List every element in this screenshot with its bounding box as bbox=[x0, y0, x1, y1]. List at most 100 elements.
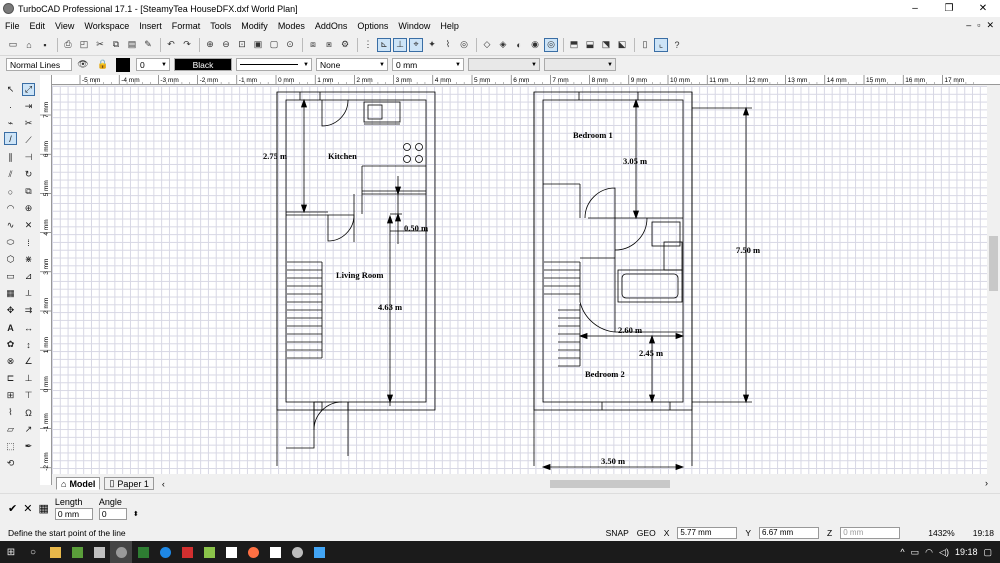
finish-tool-icon[interactable]: ✔ bbox=[8, 502, 17, 515]
excel-icon[interactable] bbox=[132, 541, 154, 563]
datum-dim-icon[interactable]: ⊤ bbox=[22, 389, 35, 402]
print-preview-icon[interactable]: ◰ bbox=[77, 38, 91, 52]
pen-color-select[interactable]: Black bbox=[174, 58, 232, 71]
living-door-swing[interactable] bbox=[327, 214, 355, 242]
vertical-scroll-thumb[interactable] bbox=[989, 236, 998, 291]
view-right-icon[interactable]: ⬕ bbox=[615, 38, 629, 52]
layer-color-swatch[interactable] bbox=[116, 57, 130, 72]
volume-icon[interactable]: ◁) bbox=[939, 547, 949, 558]
explorer-icon[interactable]: ⚙ bbox=[338, 38, 352, 52]
browser-icon[interactable] bbox=[154, 541, 176, 563]
array-tool-icon[interactable]: ⁞ bbox=[22, 236, 35, 249]
copy-tool-icon[interactable]: ⧉ bbox=[22, 185, 35, 198]
living-room-label[interactable]: Living Room bbox=[336, 270, 383, 280]
battery-icon[interactable]: ▭ bbox=[911, 547, 920, 558]
app-icon[interactable] bbox=[286, 541, 308, 563]
copy-icon[interactable]: ⧉ bbox=[109, 38, 123, 52]
snap-magnetic-icon[interactable]: ⌖ bbox=[409, 37, 423, 52]
view-iso-icon[interactable]: ⬔ bbox=[599, 38, 613, 52]
layer-select[interactable]: Normal Lines bbox=[6, 58, 72, 71]
vertical-dim-icon[interactable]: ↕ bbox=[22, 338, 35, 351]
search-icon[interactable]: ○ bbox=[22, 541, 44, 563]
store-icon[interactable] bbox=[66, 541, 88, 563]
firefox-icon[interactable] bbox=[242, 541, 264, 563]
cancel-tool-icon[interactable]: ✕ bbox=[23, 502, 32, 515]
wifi-icon[interactable]: ◠ bbox=[925, 547, 933, 558]
tab-paper-1[interactable]: ▯ Paper 1 bbox=[104, 477, 154, 490]
bedroom2-label[interactable]: Bedroom 2 bbox=[585, 369, 625, 379]
line-end-select[interactable]: None ▼ bbox=[316, 58, 388, 71]
windows-start-icon[interactable]: ⊞ bbox=[0, 541, 22, 563]
insert-block-icon[interactable]: ⇥ bbox=[22, 100, 35, 113]
menu-tools[interactable]: Tools bbox=[205, 21, 236, 31]
angular-dim-icon[interactable]: ∠ bbox=[22, 355, 35, 368]
offset-tool-icon[interactable]: ⇉ bbox=[22, 304, 35, 317]
match-properties-icon[interactable]: ✎ bbox=[141, 38, 155, 52]
doc-restore-button[interactable]: ▫ bbox=[977, 20, 980, 31]
snap-indicator[interactable]: SNAP bbox=[606, 528, 629, 538]
z-coordinate-field[interactable]: 0 mm bbox=[840, 527, 901, 539]
vertical-scrollbar[interactable] bbox=[987, 86, 1000, 474]
extrude-tool-icon[interactable]: ⬚ bbox=[4, 440, 17, 453]
undo-icon[interactable]: ↶ bbox=[164, 38, 178, 52]
angle-input[interactable]: 0 bbox=[98, 508, 127, 520]
open-file-icon[interactable]: ⌂ bbox=[22, 38, 36, 52]
dimension-tool-icon[interactable]: ↔ bbox=[22, 321, 35, 334]
menu-edit[interactable]: Edit bbox=[25, 21, 51, 31]
landing-dimension-text[interactable]: 2.60 m bbox=[618, 325, 642, 335]
total-depth-dimension-text[interactable]: 7.50 m bbox=[736, 245, 760, 255]
living-dimension-text[interactable]: 4.63 m bbox=[378, 302, 402, 312]
close-button[interactable]: ✕ bbox=[966, 0, 1000, 17]
polygon-tool-icon[interactable]: ⬡ bbox=[4, 253, 17, 266]
explode-tool-icon[interactable]: ⋇ bbox=[22, 253, 35, 266]
chamfer-tool-icon[interactable]: ⟋ bbox=[22, 134, 35, 147]
maximize-button[interactable]: ❐ bbox=[932, 0, 966, 17]
snap-settings-icon[interactable]: ⋮ bbox=[361, 38, 375, 52]
stair-tool-icon[interactable]: ⌇ bbox=[4, 406, 17, 419]
app-2-icon[interactable] bbox=[308, 541, 330, 563]
hall-dimension-text[interactable]: 0.50 m bbox=[404, 223, 428, 233]
context-help-icon[interactable]: ? bbox=[670, 38, 684, 52]
kitchen-label[interactable]: Kitchen bbox=[328, 151, 357, 161]
media-icon[interactable] bbox=[176, 541, 198, 563]
menu-addons[interactable]: AddOns bbox=[310, 21, 353, 31]
menu-window[interactable]: Window bbox=[393, 21, 435, 31]
snap-center-icon[interactable]: ◎ bbox=[457, 38, 471, 52]
workplane-icon[interactable]: ◇ bbox=[480, 38, 494, 52]
floor-plan-drawing[interactable]: 2.75 m Kitchen 0.50 m Living Room 4.63 m… bbox=[52, 86, 987, 474]
scale-select[interactable]: ▼ bbox=[544, 58, 616, 71]
bathroom-door-swing[interactable] bbox=[614, 217, 648, 251]
snap-grid-icon[interactable]: ⊥ bbox=[393, 37, 407, 52]
window-tool-icon[interactable]: ⊞ bbox=[4, 389, 17, 402]
text-tool-icon[interactable]: A bbox=[4, 321, 17, 334]
minimize-button[interactable]: – bbox=[898, 0, 932, 17]
menu-modes[interactable]: Modes bbox=[273, 21, 310, 31]
menu-workspace[interactable]: Workspace bbox=[79, 21, 134, 31]
revolve-tool-icon[interactable]: ⟲ bbox=[4, 457, 17, 470]
point-tool-icon[interactable]: · bbox=[4, 100, 17, 113]
menu-help[interactable]: Help bbox=[435, 21, 464, 31]
kitchen-door-swing[interactable] bbox=[321, 99, 349, 127]
file-explorer-icon[interactable] bbox=[44, 541, 66, 563]
symbol-tool-icon[interactable]: ✿ bbox=[4, 338, 17, 351]
lock-icon[interactable]: 🔒 bbox=[96, 58, 110, 72]
camera-icon[interactable]: ◉ bbox=[528, 38, 542, 52]
stretch-tool-icon[interactable]: ⊿ bbox=[22, 270, 35, 283]
ground-floor-inner-wall[interactable] bbox=[285, 99, 427, 403]
move-tool-icon[interactable]: ✥ bbox=[4, 304, 17, 317]
layer-number-select[interactable]: 0 ▼ bbox=[136, 58, 170, 71]
ground-floor-stairs[interactable] bbox=[287, 261, 323, 359]
tray-chevron-icon[interactable]: ^ bbox=[900, 547, 904, 557]
rotate-tool-icon[interactable]: ↻ bbox=[22, 168, 35, 181]
circle-tool-icon[interactable]: ○ bbox=[4, 185, 17, 198]
tab-model[interactable]: ⌂ Model bbox=[56, 477, 101, 490]
turbocad-app-icon[interactable] bbox=[3, 3, 14, 14]
layers-icon[interactable]: ⧈ bbox=[306, 38, 320, 52]
width-dimension-text[interactable]: 3.50 m bbox=[601, 456, 625, 466]
parallel-line-icon[interactable]: ∥ bbox=[4, 151, 17, 164]
bedroom2-door-swing[interactable] bbox=[579, 301, 616, 333]
bedroom1-dimension-text[interactable]: 3.05 m bbox=[623, 156, 647, 166]
turbocad-taskbar-icon[interactable] bbox=[110, 541, 132, 563]
view-top-icon[interactable]: ⬒ bbox=[567, 38, 581, 52]
menu-modify[interactable]: Modify bbox=[236, 21, 273, 31]
